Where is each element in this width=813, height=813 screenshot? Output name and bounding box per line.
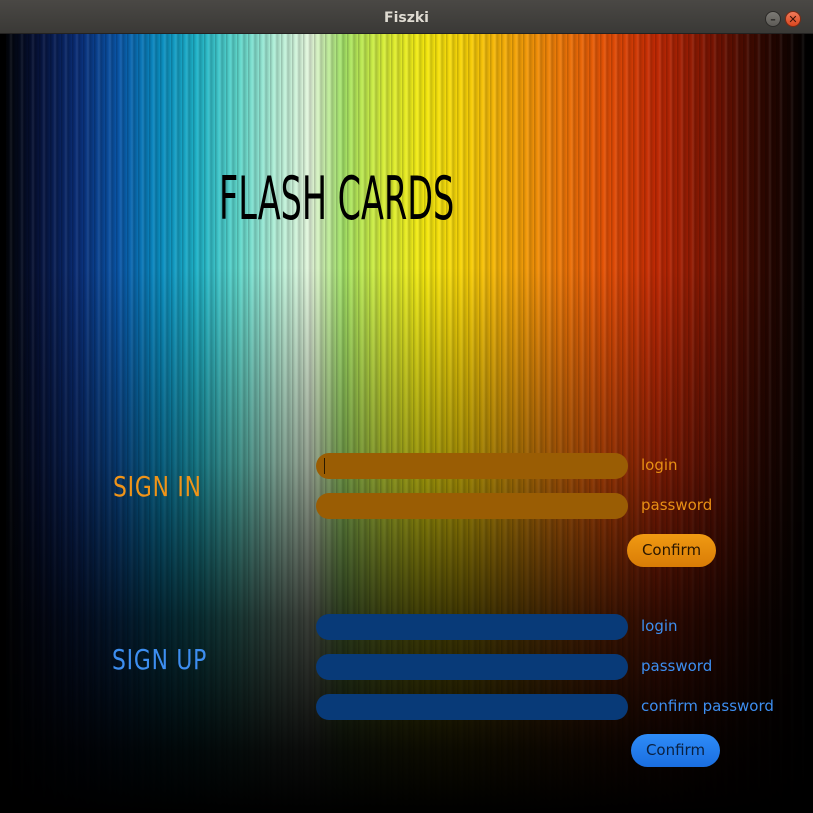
text-cursor: [324, 458, 325, 474]
sign-up-title: SIGN UP: [112, 643, 208, 676]
sign-up-login-label: login: [641, 617, 678, 635]
sign-up-confirm-button[interactable]: Confirm: [631, 734, 720, 767]
sign-in-login-input[interactable]: [316, 453, 628, 479]
app-title: FLASH CARDS: [219, 164, 455, 234]
app-window: Fiszki – ✕ FLASH CARDS SIGN IN login pas…: [0, 0, 813, 813]
sign-up-password-label: password: [641, 657, 713, 675]
sign-in-title: SIGN IN: [113, 470, 202, 503]
minimize-icon: –: [770, 13, 776, 26]
sign-up-login-input[interactable]: [316, 614, 628, 640]
sign-up-confirm-password-input[interactable]: [316, 694, 628, 720]
minimize-button[interactable]: –: [765, 11, 781, 27]
sign-in-password-label: password: [641, 496, 713, 514]
sign-up-confirm-password-label: confirm password: [641, 697, 774, 715]
close-icon: ✕: [788, 13, 798, 26]
sign-up-password-input[interactable]: [316, 654, 628, 680]
close-button[interactable]: ✕: [785, 11, 801, 27]
sign-in-confirm-button[interactable]: Confirm: [627, 534, 716, 567]
window-title: Fiszki: [384, 10, 429, 26]
sign-in-password-input[interactable]: [316, 493, 628, 519]
title-bar[interactable]: Fiszki – ✕: [0, 0, 813, 34]
sign-in-login-label: login: [641, 456, 678, 474]
